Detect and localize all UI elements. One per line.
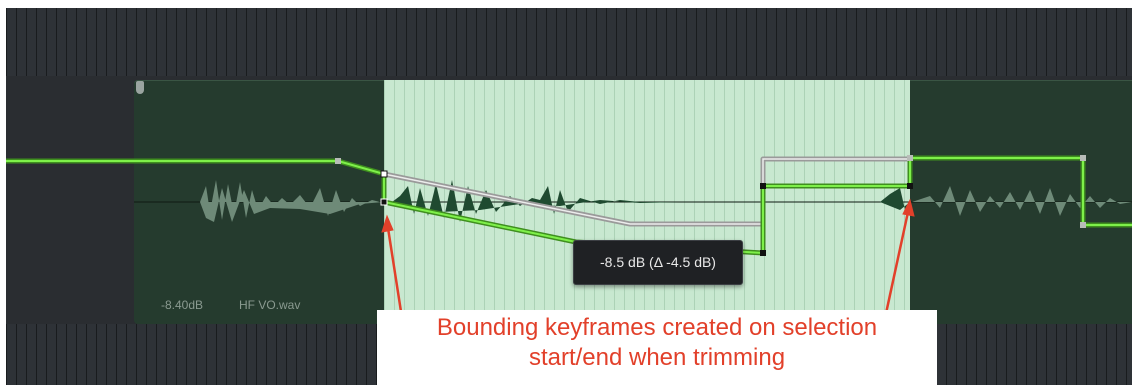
clip-name-label: HF VO.wav (239, 298, 301, 312)
volume-tooltip: -8.5 dB (Δ -4.5 dB) (573, 240, 743, 285)
annotation-line-2: start/end when trimming (528, 344, 786, 371)
audio-waveform (200, 180, 384, 222)
annotation-line-1: Bounding keyframes created on selection (436, 314, 878, 341)
clip-gain-label: -8.40dB (161, 298, 204, 312)
audio-waveform-right (912, 186, 1132, 216)
timeline-view: -8.40dB HF VO.wav -8.5 dB (Δ -4.5 dB) Bo… (0, 0, 1132, 385)
previous-volume-curve (383, 156, 910, 227)
annotation-text: Bounding keyframes created on selection … (377, 313, 937, 373)
